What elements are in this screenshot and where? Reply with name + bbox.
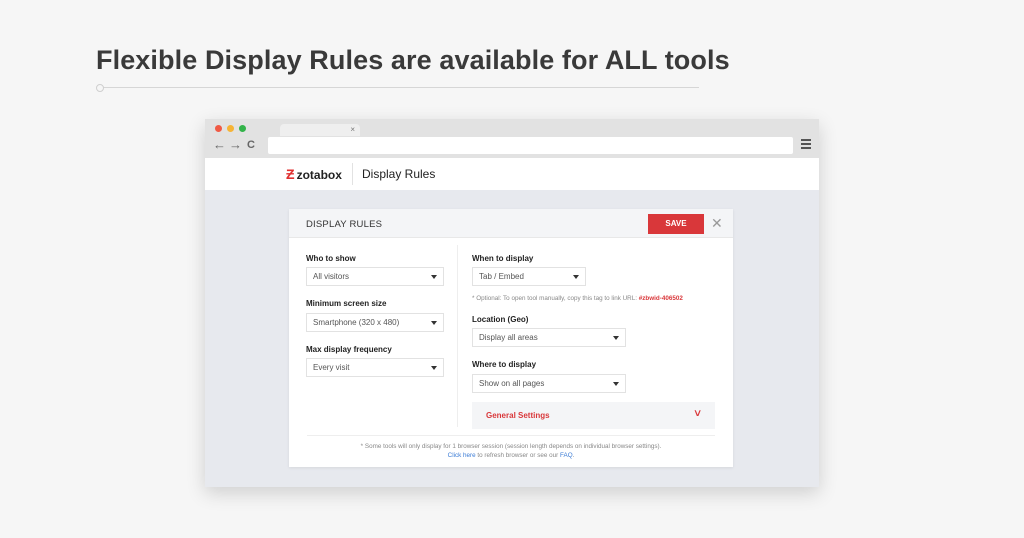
display-rules-panel: DISPLAY RULES SAVE ✕ Who to show All vis… xyxy=(289,209,733,467)
divider-dot xyxy=(96,83,104,92)
chevron-down-icon: ∨ xyxy=(692,408,703,419)
location-select[interactable]: Display all areas xyxy=(472,328,626,347)
footer-end-text: . xyxy=(572,452,575,459)
location-value: Display all areas xyxy=(479,333,538,342)
window-maximize-dot[interactable] xyxy=(239,125,246,132)
caret-down-icon xyxy=(573,275,579,279)
browser-chrome: × ← → C xyxy=(205,119,819,158)
caret-down-icon xyxy=(431,275,437,279)
footer-divider xyxy=(307,435,715,436)
window-close-dot[interactable] xyxy=(215,125,222,132)
footer-links: Click here to refresh browser or see our… xyxy=(289,452,733,459)
general-settings-label: General Settings xyxy=(486,411,550,420)
where-to-display-select[interactable]: Show on all pages xyxy=(472,374,626,393)
panel-header: DISPLAY RULES SAVE ✕ xyxy=(289,209,733,238)
app-header: Ƶzotabox Display Rules xyxy=(205,158,819,190)
caret-down-icon xyxy=(613,382,619,386)
app-title: Display Rules xyxy=(362,167,436,181)
click-here-link[interactable]: Click here xyxy=(448,452,476,459)
browser-tab[interactable]: × xyxy=(280,124,360,136)
who-to-show-label: Who to show xyxy=(306,254,356,263)
zotabox-z-icon: Ƶ xyxy=(286,166,295,182)
max-frequency-value: Every visit xyxy=(313,363,350,372)
faq-link[interactable]: FAQ xyxy=(560,452,573,459)
window-minimize-dot[interactable] xyxy=(227,125,234,132)
location-label: Location (Geo) xyxy=(472,315,529,324)
min-screen-select[interactable]: Smartphone (320 x 480) xyxy=(306,313,444,332)
who-to-show-select[interactable]: All visitors xyxy=(306,267,444,286)
header-separator xyxy=(352,163,353,185)
when-to-display-label: When to display xyxy=(472,254,534,263)
when-to-display-value: Tab / Embed xyxy=(479,272,524,281)
general-settings-accordion[interactable]: General Settings ∨ xyxy=(472,402,715,429)
min-screen-value: Smartphone (320 x 480) xyxy=(313,318,400,327)
reload-icon[interactable]: C xyxy=(247,137,255,153)
zotabox-logo[interactable]: Ƶzotabox xyxy=(286,165,342,184)
address-bar[interactable] xyxy=(268,137,793,154)
where-to-display-value: Show on all pages xyxy=(479,379,545,388)
forward-arrow-icon[interactable]: → xyxy=(229,137,242,153)
back-arrow-icon[interactable]: ← xyxy=(213,137,226,153)
hamburger-menu-icon[interactable] xyxy=(801,139,811,150)
optional-tag-note: * Optional: To open tool manually, copy … xyxy=(472,295,683,302)
caret-down-icon xyxy=(431,366,437,370)
footer-mid-text: to refresh browser or see our xyxy=(475,452,560,459)
max-frequency-label: Max display frequency xyxy=(306,345,392,354)
browser-window: × ← → C Ƶzotabox Display Rules DISPLAY R… xyxy=(205,119,819,487)
divider-line xyxy=(102,87,699,88)
who-to-show-value: All visitors xyxy=(313,272,350,281)
footer-note: * Some tools will only display for 1 bro… xyxy=(360,443,662,450)
max-frequency-select[interactable]: Every visit xyxy=(306,358,444,377)
min-screen-label: Minimum screen size xyxy=(306,299,387,308)
close-icon[interactable]: ✕ xyxy=(711,215,723,231)
panel-title: DISPLAY RULES xyxy=(306,219,383,230)
when-to-display-select[interactable]: Tab / Embed xyxy=(472,267,586,286)
note-text: * Optional: To open tool manually, copy … xyxy=(472,295,639,302)
tab-close-icon[interactable]: × xyxy=(350,124,355,136)
column-divider xyxy=(457,245,458,427)
save-button[interactable]: SAVE xyxy=(648,214,704,234)
logo-text: zotabox xyxy=(296,168,342,182)
widget-tag-code[interactable]: #zbwid-406502 xyxy=(639,295,683,302)
page-headline: Flexible Display Rules are available for… xyxy=(96,45,730,75)
caret-down-icon xyxy=(431,321,437,325)
where-to-display-label: Where to display xyxy=(472,360,537,369)
caret-down-icon xyxy=(613,336,619,340)
